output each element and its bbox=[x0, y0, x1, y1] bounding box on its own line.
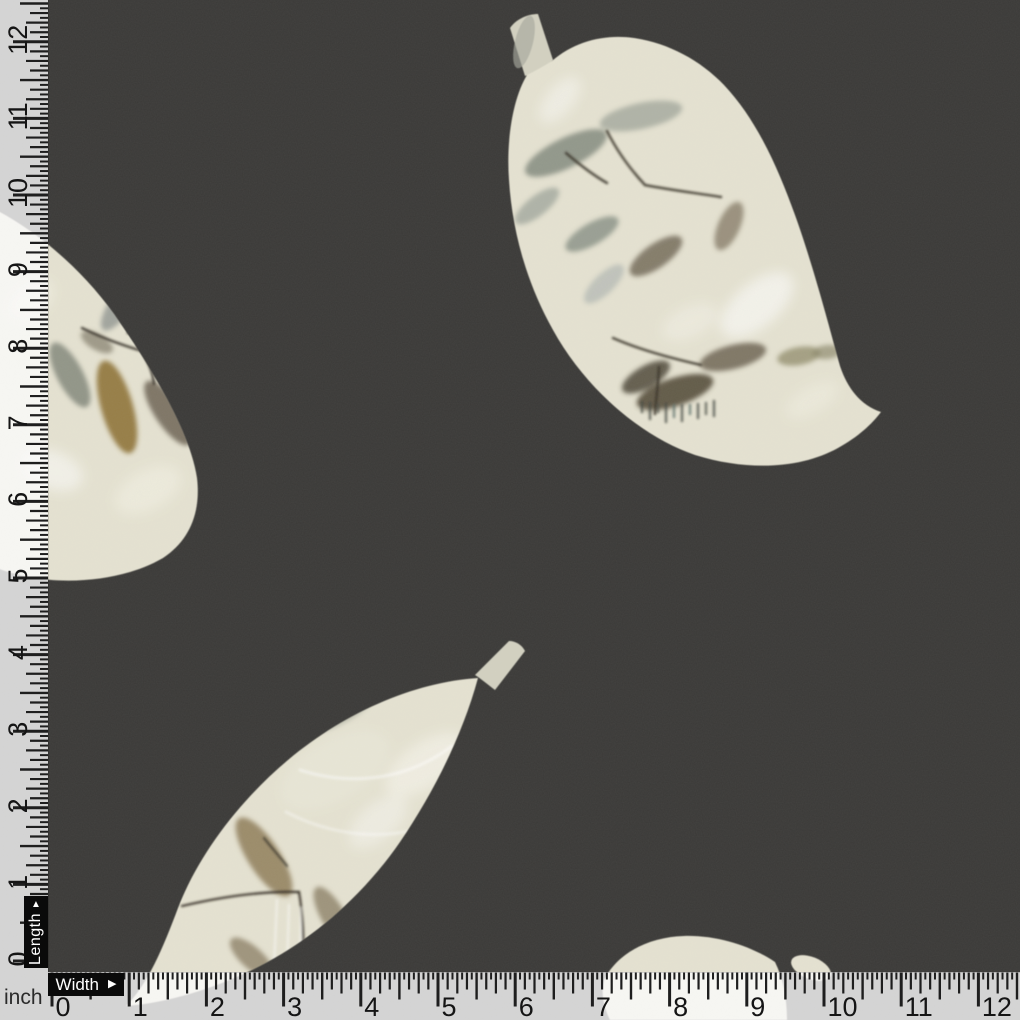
ruler-number: 6 bbox=[3, 492, 33, 507]
width-label: Width bbox=[56, 976, 99, 993]
ruler-number: 6 bbox=[519, 992, 534, 1020]
ruler-number: 9 bbox=[750, 992, 765, 1020]
ruler-number: 9 bbox=[3, 262, 33, 277]
vertical-ruler: 0123456789101112 bbox=[0, 0, 49, 1020]
ruler-number: 2 bbox=[210, 992, 225, 1020]
ruler-number: 5 bbox=[442, 992, 457, 1020]
ruler-number: 12 bbox=[3, 25, 33, 55]
ruler-number: 4 bbox=[3, 645, 33, 660]
fabric-print-artwork: 0123456789101112 0123456789101112 bbox=[0, 0, 1020, 1020]
ruler-number: 10 bbox=[828, 992, 858, 1020]
length-label: Length bbox=[28, 913, 44, 965]
ruler-number: 7 bbox=[3, 415, 33, 430]
ruler-number: 7 bbox=[596, 992, 611, 1020]
arrow-right-icon: ▶ bbox=[108, 979, 116, 990]
width-label-box: Width ▶ bbox=[48, 973, 124, 996]
fabric-texture-overlay bbox=[0, 0, 1020, 1020]
ruler-number: 4 bbox=[364, 992, 379, 1020]
ruler-number: 5 bbox=[3, 568, 33, 583]
ruler-number: 11 bbox=[905, 992, 933, 1020]
ruler-number: 10 bbox=[3, 178, 33, 208]
arrow-up-icon: ▲ bbox=[31, 900, 41, 910]
ruler-number: 11 bbox=[3, 102, 33, 130]
ruler-number: 1 bbox=[3, 875, 33, 890]
ruler-number: 3 bbox=[287, 992, 302, 1020]
ruler-number: 1 bbox=[133, 992, 148, 1020]
ruler-number: 12 bbox=[982, 992, 1012, 1020]
unit-label: inch bbox=[4, 986, 43, 1009]
ruler-number: 3 bbox=[3, 722, 33, 737]
horizontal-ruler: 0123456789101112 bbox=[48, 972, 1020, 1020]
ruler-number: 8 bbox=[3, 339, 33, 354]
length-label-box: ▲ Length bbox=[24, 896, 48, 968]
ruler-number: 0 bbox=[56, 992, 71, 1020]
ruler-number: 8 bbox=[673, 992, 688, 1020]
fabric-swatch-mockup: 0123456789101112 0123456789101112 ▲ Leng… bbox=[0, 0, 1020, 1020]
ruler-number: 2 bbox=[3, 798, 33, 813]
